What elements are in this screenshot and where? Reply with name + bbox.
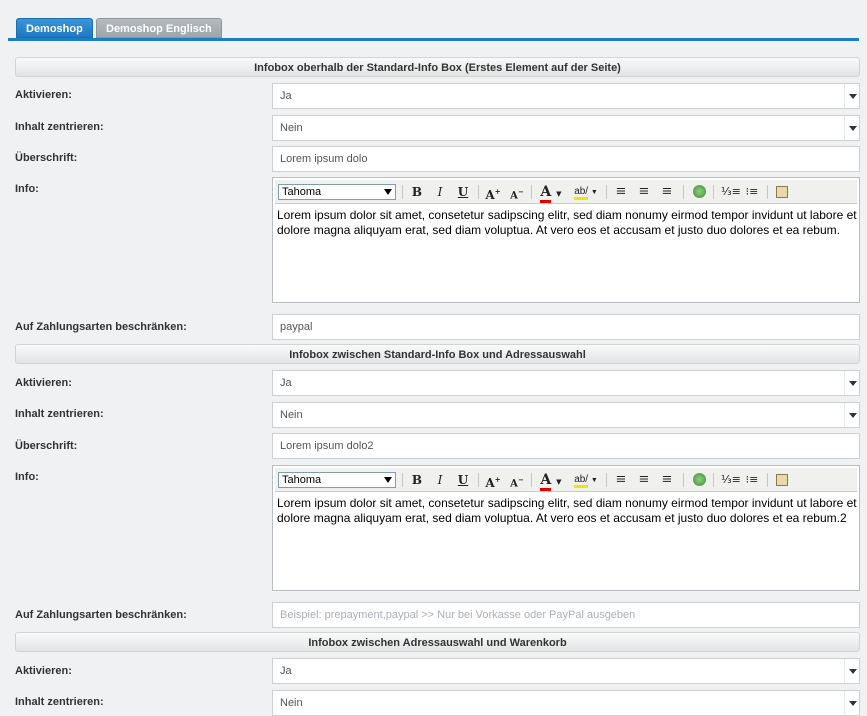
payment-placeholder: Beispiel: prepayment,paypal >> Nur bei V… [280, 609, 636, 621]
bullet-list-icon[interactable]: ⁝≡ [745, 184, 759, 200]
activate-select[interactable]: Ja [272, 370, 860, 396]
toolbar-separator [767, 473, 768, 487]
chevron-down-icon[interactable] [844, 403, 859, 427]
section-header: Infobox zwischen Adressauswahl und Waren… [15, 632, 860, 652]
font-size-increase-icon[interactable]: A+ [485, 472, 501, 490]
toolbar-separator [531, 185, 532, 199]
heading-label: Überschrift: [15, 440, 78, 452]
chevron-down-icon[interactable] [844, 84, 859, 108]
payment-value: paypal [280, 321, 313, 333]
editor-toolbar: Tahoma B I U A+ A− A ▼ ab/ ▼ ≡ ≡ ≡ ⅓≡ ⁝≡ [275, 180, 857, 204]
payment-input[interactable]: paypal [272, 314, 860, 340]
numbered-list-icon[interactable]: ⅓≡ [721, 184, 741, 200]
font-size-increase-icon[interactable]: A+ [485, 184, 501, 202]
align-left-icon[interactable]: ≡ [614, 184, 628, 200]
center-label: Inhalt zentrieren: [15, 121, 104, 133]
toolbar-separator [767, 185, 768, 199]
info-label: Info: [15, 183, 39, 195]
align-right-icon[interactable]: ≡ [660, 472, 674, 488]
font-select[interactable]: Tahoma [278, 184, 396, 200]
toolbar-separator [606, 185, 607, 199]
highlight-color-icon[interactable]: ab/ ▼ [572, 184, 600, 200]
heading-value: Lorem ipsum dolo2 [280, 440, 374, 452]
chevron-down-icon [384, 189, 392, 195]
center-label: Inhalt zentrieren: [15, 696, 104, 708]
align-center-icon[interactable]: ≡ [637, 184, 651, 200]
text-color-icon[interactable]: A ▼ [538, 184, 564, 203]
tab-demoshop[interactable]: Demoshop [16, 18, 93, 38]
activate-value: Ja [280, 377, 292, 389]
bold-icon[interactable]: B [410, 184, 424, 200]
info-label: Info: [15, 471, 39, 483]
heading-label: Überschrift: [15, 152, 78, 164]
editor-toolbar: Tahoma B I U A+ A− A ▼ ab/ ▼ ≡ ≡ ≡ ⅓≡ ⁝≡ [275, 468, 857, 492]
align-right-icon[interactable]: ≡ [660, 184, 674, 200]
highlight-color-icon[interactable]: ab/ ▼ [572, 472, 600, 488]
tab-demoshop-englisch[interactable]: Demoshop Englisch [96, 18, 222, 38]
center-value: Nein [280, 409, 303, 421]
chevron-down-icon [384, 477, 392, 483]
section-header: Infobox oberhalb der Standard-Info Box (… [15, 57, 860, 77]
activate-select[interactable]: Ja [272, 658, 860, 684]
activate-label: Aktivieren: [15, 665, 72, 677]
toolbar-separator [606, 473, 607, 487]
font-select[interactable]: Tahoma [278, 472, 396, 488]
toolbar-separator [683, 185, 684, 199]
center-select[interactable]: Nein [272, 690, 860, 716]
toolbar-separator [402, 185, 403, 199]
underline-icon[interactable]: U [456, 184, 470, 200]
payment-label: Auf Zahlungsarten beschränken: [15, 609, 187, 621]
underline-icon[interactable]: U [456, 472, 470, 488]
image-icon[interactable] [691, 184, 707, 200]
toolbar-separator [713, 185, 714, 199]
editor-content[interactable]: Lorem ipsum dolor sit amet, consetetur s… [277, 208, 857, 238]
activate-value: Ja [280, 90, 292, 102]
chevron-down-icon[interactable] [844, 659, 859, 683]
text-color-icon[interactable]: A ▼ [538, 472, 564, 491]
numbered-list-icon[interactable]: ⅓≡ [721, 472, 741, 488]
align-left-icon[interactable]: ≡ [614, 472, 628, 488]
align-center-icon[interactable]: ≡ [637, 472, 651, 488]
center-value: Nein [280, 697, 303, 709]
activate-label: Aktivieren: [15, 377, 72, 389]
chevron-down-icon[interactable] [844, 116, 859, 140]
section-header: Infobox zwischen Standard-Info Box und A… [15, 344, 860, 364]
info-editor[interactable]: Tahoma B I U A+ A− A ▼ ab/ ▼ ≡ ≡ ≡ ⅓≡ ⁝≡… [272, 177, 860, 303]
settings-panel: Infobox oberhalb der Standard-Info Box (… [8, 41, 860, 716]
edit-html-icon[interactable] [774, 184, 790, 200]
italic-icon[interactable]: I [433, 472, 447, 488]
edit-html-icon[interactable] [774, 472, 790, 488]
activate-label: Aktivieren: [15, 89, 72, 101]
heading-input[interactable]: Lorem ipsum dolo [272, 146, 860, 172]
center-value: Nein [280, 122, 303, 134]
center-select[interactable]: Nein [272, 402, 860, 428]
activate-select[interactable]: Ja [272, 83, 860, 109]
activate-value: Ja [280, 665, 292, 677]
heading-value: Lorem ipsum dolo [280, 153, 368, 165]
toolbar-separator [402, 473, 403, 487]
chevron-down-icon[interactable] [844, 371, 859, 395]
toolbar-separator [683, 473, 684, 487]
italic-icon[interactable]: I [433, 184, 447, 200]
payment-label: Auf Zahlungsarten beschränken: [15, 321, 187, 333]
bullet-list-icon[interactable]: ⁝≡ [745, 472, 759, 488]
toolbar-separator [478, 185, 479, 199]
tab-bar: Demoshop Demoshop Englisch [8, 8, 859, 41]
info-editor[interactable]: Tahoma B I U A+ A− A ▼ ab/ ▼ ≡ ≡ ≡ ⅓≡ ⁝≡… [272, 465, 860, 591]
payment-input[interactable]: Beispiel: prepayment,paypal >> Nur bei V… [272, 602, 860, 628]
font-size-decrease-icon[interactable]: A− [509, 472, 525, 489]
center-label: Inhalt zentrieren: [15, 408, 104, 420]
image-icon[interactable] [691, 472, 707, 488]
center-select[interactable]: Nein [272, 115, 860, 141]
toolbar-separator [713, 473, 714, 487]
toolbar-separator [478, 473, 479, 487]
font-select-value: Tahoma [282, 186, 322, 198]
font-size-decrease-icon[interactable]: A− [509, 184, 525, 201]
chevron-down-icon[interactable] [844, 691, 859, 715]
toolbar-separator [531, 473, 532, 487]
font-select-value: Tahoma [282, 474, 322, 486]
heading-input[interactable]: Lorem ipsum dolo2 [272, 433, 860, 459]
editor-content[interactable]: Lorem ipsum dolor sit amet, consetetur s… [277, 496, 857, 526]
bold-icon[interactable]: B [410, 472, 424, 488]
